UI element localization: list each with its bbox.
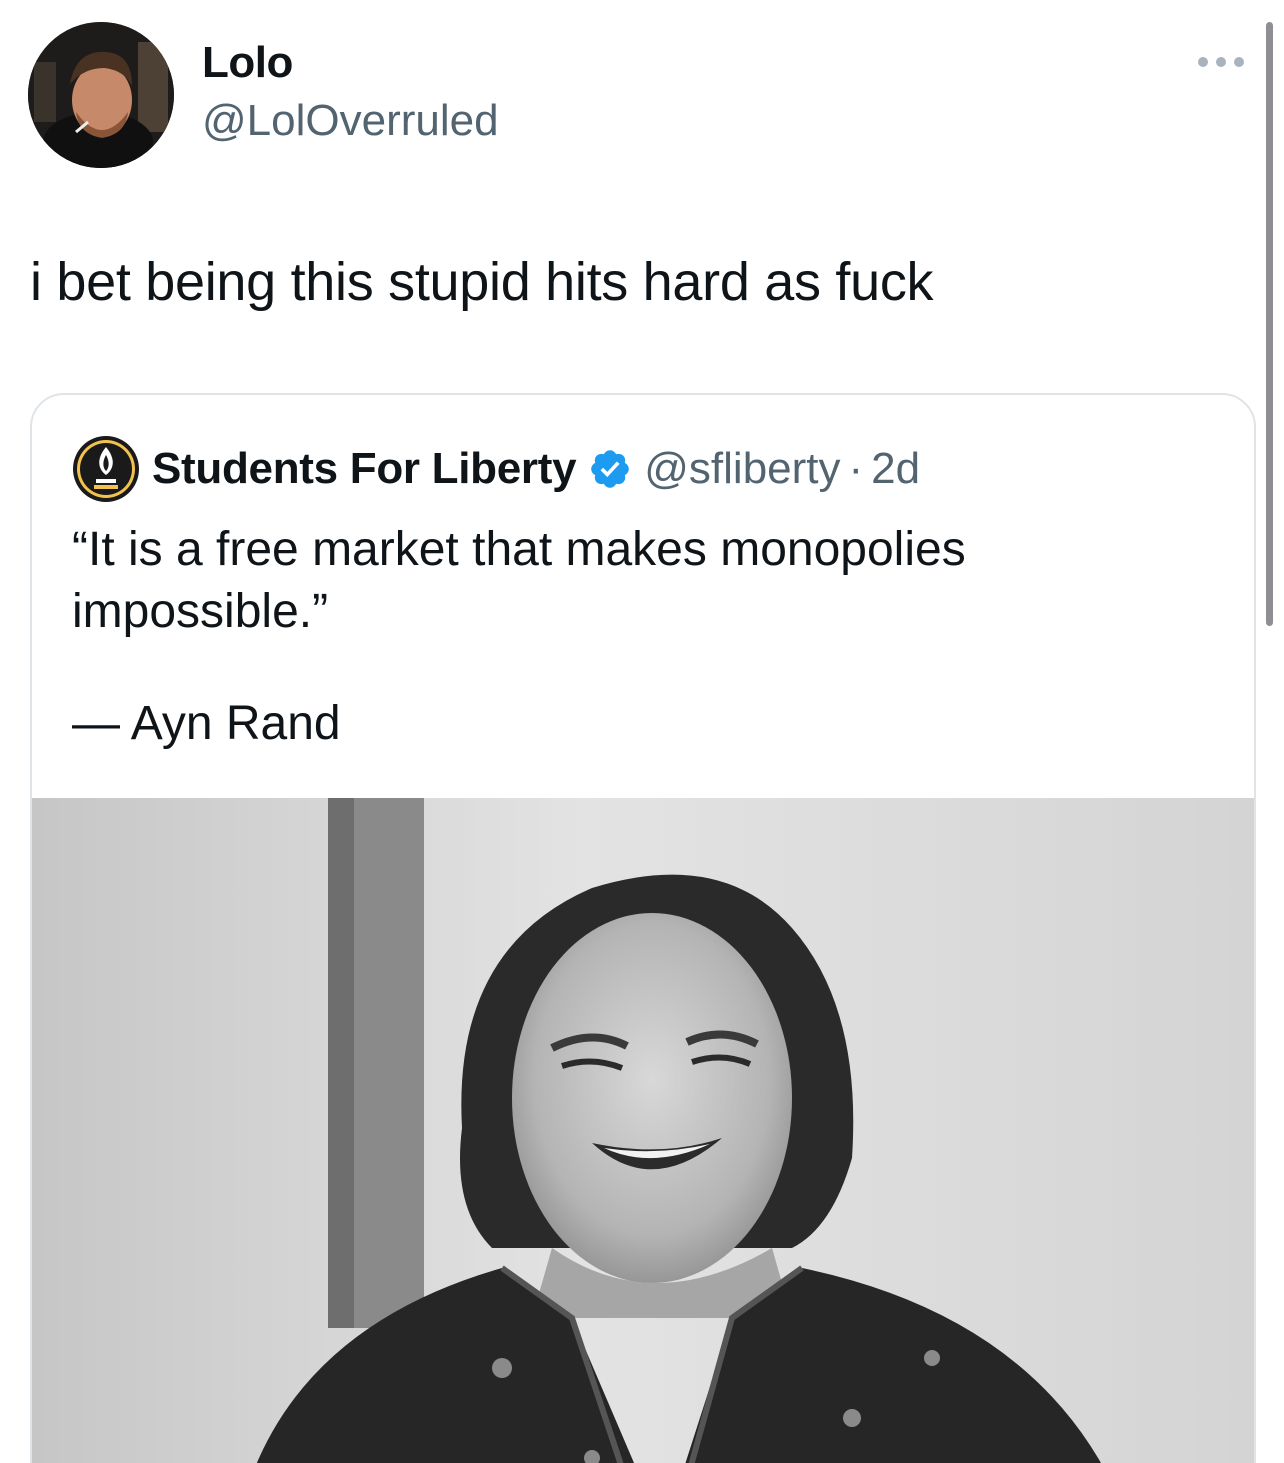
quoted-author-name[interactable]: Students For Liberty	[152, 444, 577, 494]
more-dot	[1234, 57, 1244, 67]
students-for-liberty-logo	[73, 436, 139, 502]
quoted-timestamp[interactable]: 2d	[871, 444, 920, 494]
quoted-tweet-header: Students For Liberty @sfliberty · 2d	[152, 439, 920, 499]
quoted-tweet-image[interactable]	[32, 798, 1254, 1463]
quoted-author-handle[interactable]: @sfliberty	[644, 444, 840, 494]
quoted-tweet-text: “It is a free market that makes monopoli…	[72, 519, 1212, 755]
more-dot	[1216, 57, 1226, 67]
tweet-page: Lolo @LolOverruled i bet being this stup…	[0, 0, 1284, 1463]
author-handle[interactable]: @LolOverruled	[202, 96, 499, 146]
avatar-photo	[28, 22, 174, 168]
verified-badge-icon	[591, 450, 630, 488]
scrollbar[interactable]	[1266, 22, 1273, 626]
quoted-tweet-card[interactable]: Students For Liberty @sfliberty · 2d “It…	[30, 393, 1256, 1463]
author-avatar[interactable]	[28, 22, 174, 168]
quote-line: “It is a free market that makes monopoli…	[72, 523, 966, 638]
quote-attribution: — Ayn Rand	[72, 697, 341, 750]
tweet-text: i bet being this stupid hits hard as fuc…	[30, 252, 934, 312]
portrait-photo	[32, 798, 1254, 1463]
more-dot	[1198, 57, 1208, 67]
separator-dot: ·	[848, 444, 864, 493]
author-name[interactable]: Lolo	[202, 38, 293, 88]
more-horizontal-icon[interactable]	[1198, 50, 1256, 74]
